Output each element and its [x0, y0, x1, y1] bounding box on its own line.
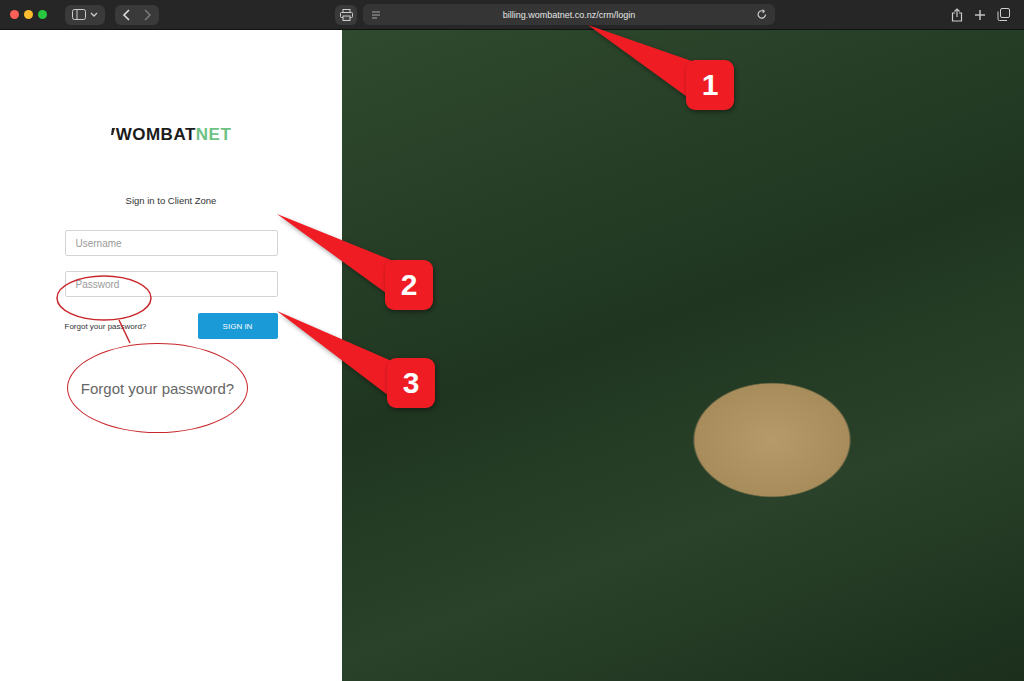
- browser-window: billing.wombatnet.co.nz/crm/login WOMBAT…: [0, 0, 1024, 681]
- text-field[interactable]: Username: [65, 230, 278, 256]
- address-bar[interactable]: billing.wombatnet.co.nz/crm/login: [363, 4, 775, 25]
- callout-arrow: [277, 311, 394, 396]
- zoom-icon[interactable]: [38, 10, 47, 19]
- logo-mark-icon: [111, 128, 115, 135]
- field-placeholder: Password: [76, 279, 120, 290]
- text-field[interactable]: Password: [65, 271, 278, 297]
- sign-in-button[interactable]: SIGN IN: [198, 313, 278, 339]
- page-menu-icon[interactable]: [371, 10, 381, 20]
- annotation-shapes: [0, 0, 1024, 681]
- login-form: Username Password Forgot your password? S…: [65, 230, 278, 339]
- chevron-down-icon: [90, 12, 98, 18]
- number-badge: 2: [385, 260, 433, 310]
- zoom-callout: Forgot your password?: [67, 343, 248, 433]
- wombatnet-logo: WOMBATNET: [111, 125, 232, 145]
- sidebar-icon: [72, 9, 86, 20]
- close-icon[interactable]: [10, 10, 19, 19]
- field-placeholder: Username: [76, 238, 122, 249]
- page-content: WOMBATNET Sign in to Client Zone Usernam…: [0, 30, 1024, 681]
- forest-photo: [342, 30, 1024, 681]
- browser-toolbar: billing.wombatnet.co.nz/crm/login: [0, 0, 1024, 30]
- login-panel: WOMBATNET Sign in to Client Zone Usernam…: [0, 30, 342, 681]
- toolbar-actions: [951, 8, 1010, 22]
- highlight-ellipse: [57, 276, 151, 320]
- url-text[interactable]: billing.wombatnet.co.nz/crm/login: [381, 10, 757, 20]
- window-controls: [10, 10, 47, 19]
- sidebar-button[interactable]: [65, 5, 105, 25]
- number-badge: 1: [686, 60, 734, 110]
- zoom-connector: [119, 320, 130, 343]
- forward-icon[interactable]: [142, 9, 152, 21]
- print-button[interactable]: [335, 5, 357, 25]
- number-badge: 3: [387, 358, 435, 408]
- forgot-password-link[interactable]: Forgot your password?: [65, 322, 147, 331]
- new-tab-icon[interactable]: [974, 9, 986, 21]
- navigation-buttons: [115, 5, 159, 25]
- callout-arrow: [277, 214, 396, 293]
- share-icon[interactable]: [951, 8, 963, 22]
- printer-icon: [340, 9, 353, 21]
- back-icon[interactable]: [122, 9, 132, 21]
- minimize-icon[interactable]: [24, 10, 33, 19]
- login-actions: Forgot your password? SIGN IN: [65, 313, 278, 339]
- login-heading: Sign in to Client Zone: [126, 195, 217, 207]
- annotation-layer: Forgot your password? 1 2 3: [0, 0, 1024, 681]
- callout-arrow: [588, 25, 706, 99]
- tab-overview-icon[interactable]: [997, 8, 1010, 21]
- reload-icon[interactable]: [757, 9, 767, 20]
